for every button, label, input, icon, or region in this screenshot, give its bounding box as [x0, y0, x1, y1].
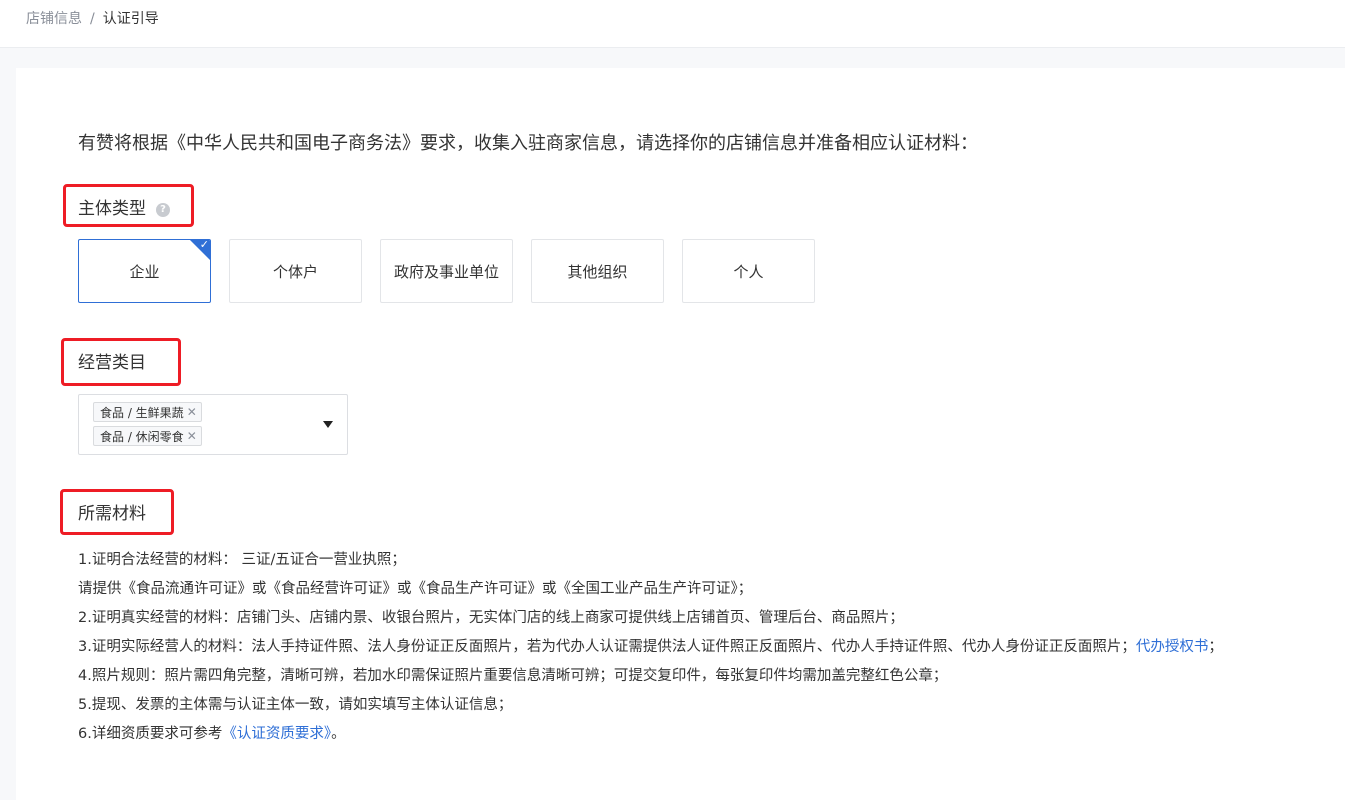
- entity-option-person[interactable]: 个人: [682, 239, 815, 303]
- entity-option-individual-business[interactable]: 个体户: [229, 239, 362, 303]
- category-tag-label: 食品 / 生鲜果蔬: [100, 405, 184, 420]
- entity-option-label: 企业: [129, 262, 160, 281]
- qualification-requirements-link[interactable]: 《认证资质要求》: [222, 726, 331, 742]
- caret-down-icon[interactable]: [323, 421, 333, 428]
- entity-option-other-org[interactable]: 其他组织: [531, 239, 664, 303]
- materials-list: 1.证明合法经营的材料： 三证/五证合一营业执照； 请提供《食品流通许可证》或《…: [78, 546, 1308, 749]
- entity-type-title: 主体类型?: [78, 198, 170, 220]
- entity-option-label: 政府及事业单位: [393, 262, 499, 281]
- breadcrumb-separator: /: [90, 11, 95, 27]
- top-bar: 店铺信息 / 认证引导: [0, 0, 1345, 48]
- materials-item-5: 5.提现、发票的主体需与认证主体一致，请如实填写主体认证信息；: [78, 697, 513, 713]
- materials-item-2: 2.证明真实经营的材料：店铺门头、店铺内景、收银台照片，无实体门店的线上商家可提…: [78, 610, 904, 626]
- authorization-letter-link[interactable]: 代办授权书: [1136, 639, 1209, 655]
- entity-option-enterprise[interactable]: 企业 ✓: [78, 239, 211, 303]
- breadcrumb-current: 认证引导: [102, 11, 159, 27]
- entity-type-options: 企业 ✓ 个体户 政府及事业单位 其他组织 个人: [78, 239, 815, 303]
- close-icon[interactable]: ✕: [187, 429, 197, 443]
- close-icon[interactable]: ✕: [187, 405, 197, 419]
- materials-item-4: 4.照片规则：照片需四角完整，清晰可辨，若加水印需保证照片重要信息清晰可辨；可提…: [78, 668, 948, 684]
- breadcrumb: 店铺信息 / 认证引导: [26, 9, 159, 29]
- materials-item-6-end: 。: [331, 726, 346, 742]
- entity-type-label: 主体类型: [78, 199, 146, 219]
- entity-option-label: 其他组织: [567, 262, 628, 281]
- entity-option-government[interactable]: 政府及事业单位: [380, 239, 513, 303]
- materials-title: 所需材料: [78, 504, 146, 524]
- materials-item-3-text: 3.证明实际经营人的材料：法人手持证件照、法人身份证正反面照片，若为代办人认证需…: [78, 639, 1136, 655]
- category-tag: 食品 / 休闲零食 ✕: [93, 426, 202, 446]
- main-card: 有赞将根据《中华人民共和国电子商务法》要求，收集入驻商家信息，请选择你的店铺信息…: [16, 68, 1345, 800]
- materials-item-3-end: ；: [1208, 639, 1223, 655]
- check-icon: ✓: [199, 239, 209, 251]
- category-tags: 食品 / 生鲜果蔬 ✕ 食品 / 休闲零食 ✕: [93, 402, 202, 446]
- materials-item-1-note: 请提供《食品流通许可证》或《食品经营许可证》或《食品生产许可证》或《全国工业产品…: [78, 581, 753, 597]
- intro-text: 有赞将根据《中华人民共和国电子商务法》要求，收集入驻商家信息，请选择你的店铺信息…: [78, 133, 978, 154]
- category-select[interactable]: 食品 / 生鲜果蔬 ✕ 食品 / 休闲零食 ✕: [78, 394, 348, 455]
- breadcrumb-store-info[interactable]: 店铺信息: [26, 11, 82, 27]
- materials-item-6-text: 6.详细资质要求可参考: [78, 726, 223, 742]
- entity-option-label: 个人: [733, 262, 764, 281]
- category-tag-label: 食品 / 休闲零食: [100, 429, 184, 444]
- materials-item-6: 6.详细资质要求可参考《认证资质要求》。: [78, 720, 1308, 749]
- materials-item-1: 1.证明合法经营的材料： 三证/五证合一营业执照；: [78, 552, 406, 568]
- materials-item-3: 3.证明实际经营人的材料：法人手持证件照、法人身份证正反面照片，若为代办人认证需…: [78, 633, 1308, 662]
- help-icon[interactable]: ?: [156, 203, 170, 217]
- category-tag: 食品 / 生鲜果蔬 ✕: [93, 402, 202, 422]
- category-title: 经营类目: [78, 353, 146, 373]
- entity-option-label: 个体户: [272, 262, 318, 281]
